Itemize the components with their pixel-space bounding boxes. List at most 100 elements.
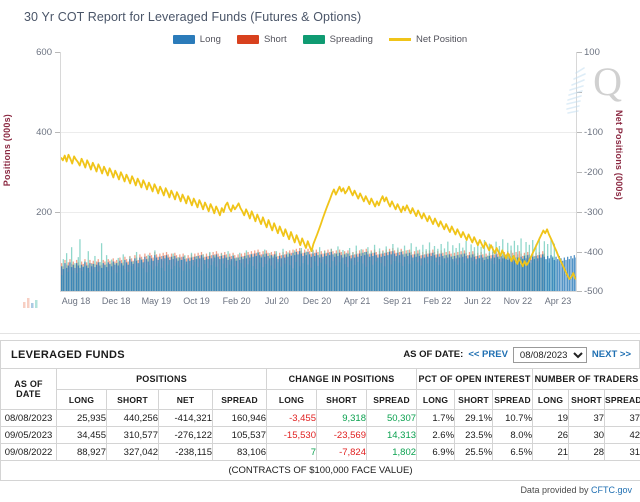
footnote-row: (CONTRACTS OF $100,000 FACE VALUE) bbox=[0, 460, 640, 481]
legend-item-spreading[interactable]: Spreading bbox=[302, 34, 373, 45]
th-group-pct-open-interest: PCT OF OPEN INTEREST bbox=[416, 368, 534, 390]
x-tick-12: Apr 23 bbox=[544, 296, 572, 306]
date-select[interactable]: 08/08/2023 bbox=[512, 346, 587, 363]
cell-long-4: -3,455 bbox=[266, 409, 317, 427]
th-sub-9-spread: SPREAD bbox=[492, 389, 534, 410]
cell-date: 09/08/2022 bbox=[0, 443, 57, 461]
chart-title: 30 Yr COT Report for Leveraged Funds (Fu… bbox=[24, 10, 362, 24]
th-group-number-of-traders: NUMBER OF TRADERS bbox=[532, 368, 640, 390]
th-sub-2-net: NET bbox=[158, 389, 213, 410]
table-body: 08/08/2023 25,935 440,256 -414,321 160,946 -3… bbox=[0, 409, 640, 461]
x-tick-7: Apr 21 bbox=[343, 296, 371, 306]
cell-net-2: -276,122 bbox=[158, 426, 213, 444]
th-group-positions: POSITIONS bbox=[56, 368, 267, 390]
cell-short-1: 310,577 bbox=[106, 426, 159, 444]
as-of-date-label: AS OF DATE: bbox=[403, 349, 464, 360]
th-as-of-date: AS OF DATE bbox=[0, 368, 57, 410]
cell-short-5: -7,824 bbox=[316, 443, 367, 461]
cell-short-11: 28 bbox=[568, 443, 606, 461]
x-tick-11: Nov 22 bbox=[503, 296, 533, 306]
watermark-bars-icon bbox=[23, 298, 38, 308]
th-sub-4-long: LONG bbox=[266, 389, 317, 410]
plot-wrapper: Positions (000s) Net Positions (000s) 60… bbox=[0, 47, 640, 320]
cell-short-5: 9,318 bbox=[316, 409, 367, 427]
th-sub-11-short: SHORT bbox=[568, 389, 606, 410]
y-tick-right-n300: -300 bbox=[584, 207, 604, 218]
cell-long-7: 1.7% bbox=[416, 409, 456, 427]
cftc-link[interactable]: CFTC.gov bbox=[591, 485, 632, 495]
th-sub-0-long: LONG bbox=[56, 389, 107, 410]
legend-swatch-net-position bbox=[388, 38, 411, 41]
cell-short-5: -23,569 bbox=[316, 426, 367, 444]
cell-long-4: 7 bbox=[266, 443, 317, 461]
cot-report-page: 30 Yr COT Report for Leveraged Funds (Fu… bbox=[0, 0, 640, 502]
next-date-link[interactable]: NEXT >> bbox=[592, 349, 631, 360]
cell-short-11: 30 bbox=[568, 426, 606, 444]
legend-label: Short bbox=[263, 34, 287, 45]
legend-swatch-long bbox=[172, 35, 195, 44]
cell-long-7: 6.9% bbox=[416, 443, 456, 461]
y-tick-right-n200: -200 bbox=[584, 167, 604, 178]
x-tick-5: Jul 20 bbox=[264, 296, 289, 306]
x-tick-2: May 19 bbox=[141, 296, 172, 306]
watermark-logo: Q bbox=[593, 59, 622, 104]
x-tick-3: Oct 19 bbox=[183, 296, 210, 306]
cell-spread-12: 31 bbox=[604, 443, 640, 461]
cell-long-0: 34,455 bbox=[56, 426, 107, 444]
x-tick-1: Dec 18 bbox=[101, 296, 131, 306]
legend-swatch-spreading bbox=[302, 35, 325, 44]
cell-spread-6: 1,802 bbox=[365, 443, 418, 461]
cell-date: 09/05/2023 bbox=[0, 426, 57, 444]
th-sub-10-long: LONG bbox=[532, 389, 570, 410]
legend-item-short[interactable]: Short bbox=[236, 34, 287, 45]
cell-date: 08/08/2023 bbox=[0, 409, 57, 427]
cell-net-2: -238,115 bbox=[158, 443, 213, 461]
table-row[interactable]: 09/08/2022 88,927 327,042 -238,115 83,106 7 -7… bbox=[0, 443, 640, 461]
cell-long-10: 26 bbox=[532, 426, 570, 444]
legend-label: Net Position bbox=[415, 34, 468, 45]
table-row[interactable]: 09/05/2023 34,455 310,577 -276,122 105,537 -1… bbox=[0, 426, 640, 444]
cell-short-1: 327,042 bbox=[106, 443, 159, 461]
plot-area bbox=[60, 52, 577, 292]
cell-spread-9: 10.7% bbox=[492, 409, 534, 427]
panel-header: LEVERAGED FUNDS AS OF DATE: << PREV 08/0… bbox=[0, 340, 640, 368]
cell-spread-3: 105,537 bbox=[212, 426, 267, 444]
chart-svg bbox=[61, 52, 576, 291]
legend-item-net-position[interactable]: Net Position bbox=[388, 34, 468, 45]
cell-short-8: 29.1% bbox=[454, 409, 494, 427]
cell-spread-12: 37 bbox=[604, 409, 640, 427]
th-sub-7-long: LONG bbox=[416, 389, 456, 410]
th-sub-1-short: SHORT bbox=[106, 389, 159, 410]
y-tick-right-n400: -400 bbox=[584, 247, 604, 258]
y-tick-right-n500: -500 bbox=[584, 286, 604, 297]
y-tick-right-100: 100 bbox=[584, 47, 600, 58]
x-tick-9: Feb 22 bbox=[423, 296, 452, 306]
chart-legend: Long Short Spreading Net Position bbox=[0, 34, 640, 45]
y-tick-right-n100: -100 bbox=[584, 127, 604, 138]
prev-date-link[interactable]: << PREV bbox=[468, 349, 508, 360]
cell-net-2: -414,321 bbox=[158, 409, 213, 427]
leveraged-funds-panel: LEVERAGED FUNDS AS OF DATE: << PREV 08/0… bbox=[0, 340, 640, 495]
legend-swatch-short bbox=[236, 35, 259, 44]
legend-item-long[interactable]: Long bbox=[172, 34, 221, 45]
cell-spread-3: 83,106 bbox=[212, 443, 267, 461]
cell-spread-6: 50,307 bbox=[365, 409, 418, 427]
y-axis-label-left: Positions (000s) bbox=[2, 114, 12, 187]
y-tick-left-200: 200 bbox=[36, 207, 52, 218]
data-provider: Data provided by CFTC.gov bbox=[0, 481, 640, 495]
x-tick-8: Sep 21 bbox=[383, 296, 412, 306]
cell-long-4: -15,530 bbox=[266, 426, 317, 444]
cell-spread-9: 8.0% bbox=[492, 426, 534, 444]
cell-long-10: 21 bbox=[532, 443, 570, 461]
legend-label: Long bbox=[199, 34, 221, 45]
y-tick-left-400: 400 bbox=[36, 127, 52, 138]
y-tick-left-600: 600 bbox=[36, 47, 52, 58]
cell-long-10: 19 bbox=[532, 409, 570, 427]
cell-spread-9: 6.5% bbox=[492, 443, 534, 461]
footnote-cell: (CONTRACTS OF $100,000 FACE VALUE) bbox=[0, 460, 640, 481]
table-row[interactable]: 08/08/2023 25,935 440,256 -414,321 160,946 -3… bbox=[0, 409, 640, 427]
group-header-row: AS OF DATE POSITIONS CHANGE IN POSITIONS… bbox=[0, 368, 640, 410]
cell-short-1: 440,256 bbox=[106, 409, 159, 427]
date-control: AS OF DATE: << PREV 08/08/2023 NEXT >> bbox=[403, 346, 631, 363]
x-tick-0: Aug 18 bbox=[61, 296, 91, 306]
